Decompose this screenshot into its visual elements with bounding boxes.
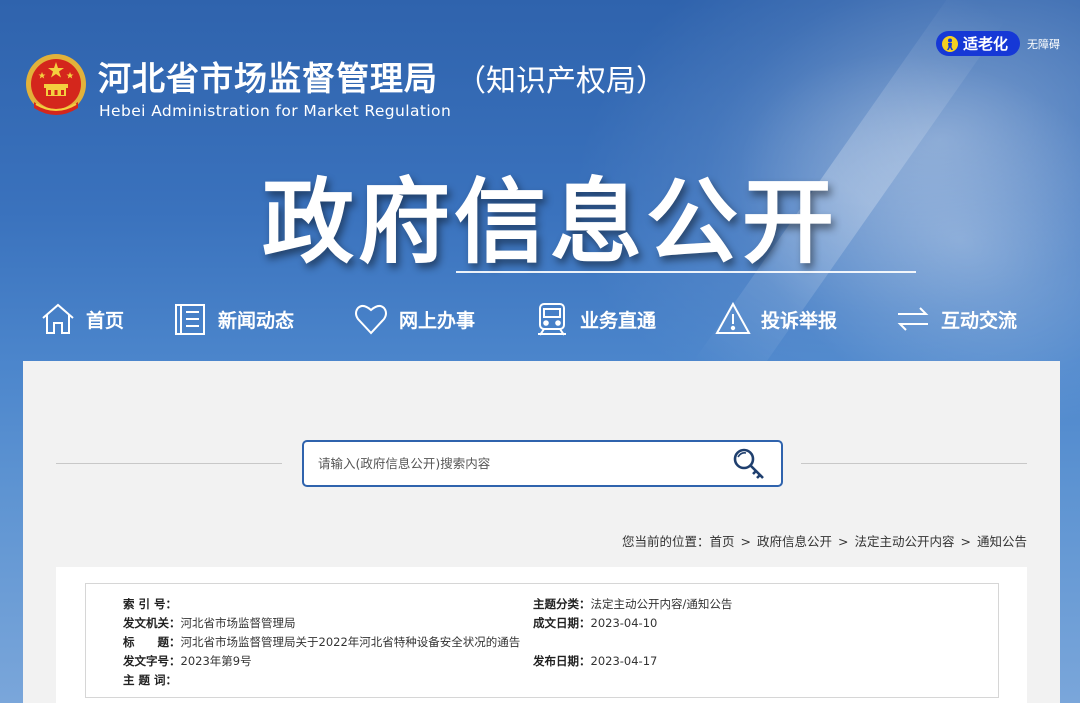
site-title-english: Hebei Administration for Market Regulati… xyxy=(99,102,452,120)
nav-item-label: 首页 xyxy=(86,309,125,332)
info-publish-date: 发布日期：2023-04-17 xyxy=(533,653,657,669)
info-index: 索 引 号： xyxy=(123,596,177,612)
info-label: 发文机关： xyxy=(123,616,181,630)
info-value: 河北省市场监督管理局关于2022年河北省特种设备安全状况的通告 xyxy=(180,635,521,649)
nav-item-news[interactable]: 新闻动态 xyxy=(172,296,294,342)
breadcrumb-prefix: 您当前的位置： xyxy=(621,534,710,549)
info-written-date: 成文日期：2023-04-10 xyxy=(533,615,657,631)
main-nav: 首页 新闻动态 网上办事 业务直通 投诉举报 互动交流 xyxy=(0,296,1080,342)
nav-item-online-services[interactable]: 网上办事 xyxy=(353,296,475,342)
elder-mode-button[interactable]: 适老化 xyxy=(936,31,1020,56)
nav-item-complaints[interactable]: 投诉举报 xyxy=(715,296,837,342)
info-value: 河北省市场监督管理局 xyxy=(180,616,296,630)
site-title-subtitle: （知识产权局） xyxy=(456,64,666,99)
nav-item-label: 互动交流 xyxy=(941,309,1018,332)
info-value: 法定主动公开内容/通知公告 xyxy=(590,597,733,611)
accessibility-link[interactable]: 无障碍 xyxy=(1027,36,1060,52)
news-icon xyxy=(175,304,205,335)
info-keywords: 主 题 词： xyxy=(123,672,177,688)
train-icon xyxy=(538,303,566,336)
info-value: 2023年第9号 xyxy=(180,654,252,668)
breadcrumb-separator: > xyxy=(960,534,971,549)
heart-icon xyxy=(355,304,387,335)
info-label: 主 题 词： xyxy=(123,673,178,687)
breadcrumb-item-statutory[interactable]: 法定主动公开内容 xyxy=(854,534,954,549)
national-emblem-icon xyxy=(26,54,86,115)
info-label: 标 题： xyxy=(123,635,181,649)
info-title: 标 题：河北省市场监督管理局关于2022年河北省特种设备安全状况的通告 xyxy=(123,634,520,650)
info-issuer: 发文机关：河北省市场监督管理局 xyxy=(123,615,296,631)
info-label: 成文日期： xyxy=(533,616,591,630)
nav-item-label: 新闻动态 xyxy=(218,309,295,332)
info-category: 主题分类：法定主动公开内容/通知公告 xyxy=(533,596,732,612)
divider xyxy=(801,463,1027,464)
nav-item-interaction[interactable]: 互动交流 xyxy=(895,296,1017,342)
elder-mode-label: 适老化 xyxy=(963,35,1009,53)
search-input[interactable] xyxy=(318,442,718,485)
nav-item-home[interactable]: 首页 xyxy=(40,296,124,342)
search-key-icon[interactable] xyxy=(732,447,768,483)
breadcrumb-separator: > xyxy=(740,534,751,549)
elderly-person-icon xyxy=(942,35,958,52)
info-label: 索 引 号： xyxy=(123,597,178,611)
hero-title: 政府信息公开 xyxy=(262,169,839,276)
breadcrumb-separator: > xyxy=(838,534,849,549)
nav-item-business-direct[interactable]: 业务直通 xyxy=(534,296,656,342)
breadcrumb: 您当前的位置：首页 > 政府信息公开 > 法定主动公开内容 > 通知公告 xyxy=(622,531,1027,550)
nav-item-label: 业务直通 xyxy=(580,309,657,332)
home-icon xyxy=(42,303,74,334)
exchange-icon xyxy=(897,307,929,331)
hero-underline xyxy=(456,271,916,273)
warning-icon xyxy=(715,301,751,334)
info-doc-number: 发文字号：2023年第9号 xyxy=(123,653,252,669)
info-label: 主题分类： xyxy=(533,597,591,611)
divider xyxy=(56,463,282,464)
nav-item-label: 投诉举报 xyxy=(761,309,838,332)
breadcrumb-item-gov-info[interactable]: 政府信息公开 xyxy=(757,534,832,549)
breadcrumb-item-notices[interactable]: 通知公告 xyxy=(977,534,1027,549)
breadcrumb-item-home[interactable]: 首页 xyxy=(709,534,734,549)
search-bar xyxy=(302,440,783,487)
info-label: 发文字号： xyxy=(123,654,181,668)
info-value: 2023-04-17 xyxy=(590,654,658,668)
site-title: 河北省市场监督管理局 xyxy=(98,59,438,98)
info-label: 发布日期： xyxy=(533,654,591,668)
info-value: 2023-04-10 xyxy=(590,616,658,630)
nav-item-label: 网上办事 xyxy=(399,309,476,332)
